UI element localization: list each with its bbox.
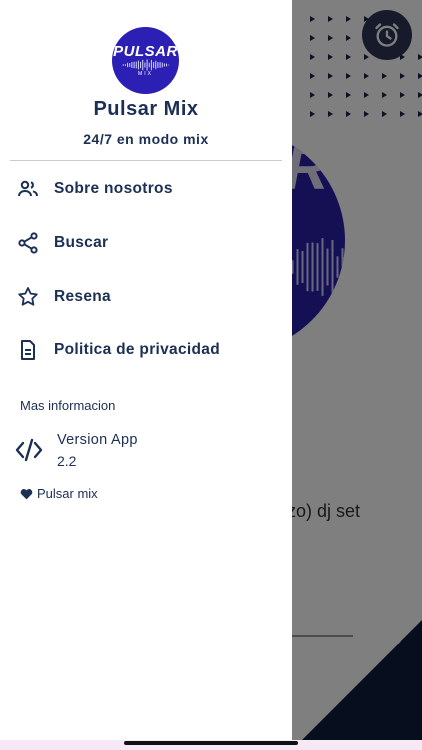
navigation-drawer: PULSAR MIX Pulsar Mix 24/7 en modo mix S… (0, 0, 292, 740)
heart-icon (20, 489, 33, 500)
drawer-divider (10, 160, 282, 161)
menu-item-label: Politica de privacidad (54, 341, 220, 358)
menu-item-label: Resena (54, 288, 111, 305)
logo-waveform (122, 59, 169, 70)
menu-item-buscar[interactable]: Buscar (0, 218, 292, 268)
app-tagline: 24/7 en modo mix (83, 131, 209, 147)
logo-text: PULSAR (113, 42, 178, 60)
footer-label: Pulsar mix (37, 486, 98, 501)
home-indicator[interactable] (124, 741, 298, 745)
logo-subtext: MIX (138, 70, 153, 77)
menu-item-label: Sobre nosotros (54, 180, 173, 197)
menu-item-label: Buscar (54, 234, 109, 251)
code-icon (15, 438, 43, 462)
version-label: Version App (57, 432, 138, 448)
people-icon (18, 180, 38, 197)
star-icon (18, 287, 38, 306)
more-info-header: Mas informacion (20, 398, 116, 413)
app-name: Pulsar Mix (93, 98, 199, 120)
menu-item-sobre-nosotros[interactable]: Sobre nosotros (0, 164, 292, 214)
menu-item-politica-privacidad[interactable]: Politica de privacidad (0, 325, 292, 375)
document-icon (21, 340, 35, 360)
app-logo: PULSAR MIX (112, 27, 179, 94)
version-number: 2.2 (57, 453, 77, 469)
share-icon (18, 232, 38, 254)
menu-item-resena[interactable]: Resena (0, 272, 292, 322)
